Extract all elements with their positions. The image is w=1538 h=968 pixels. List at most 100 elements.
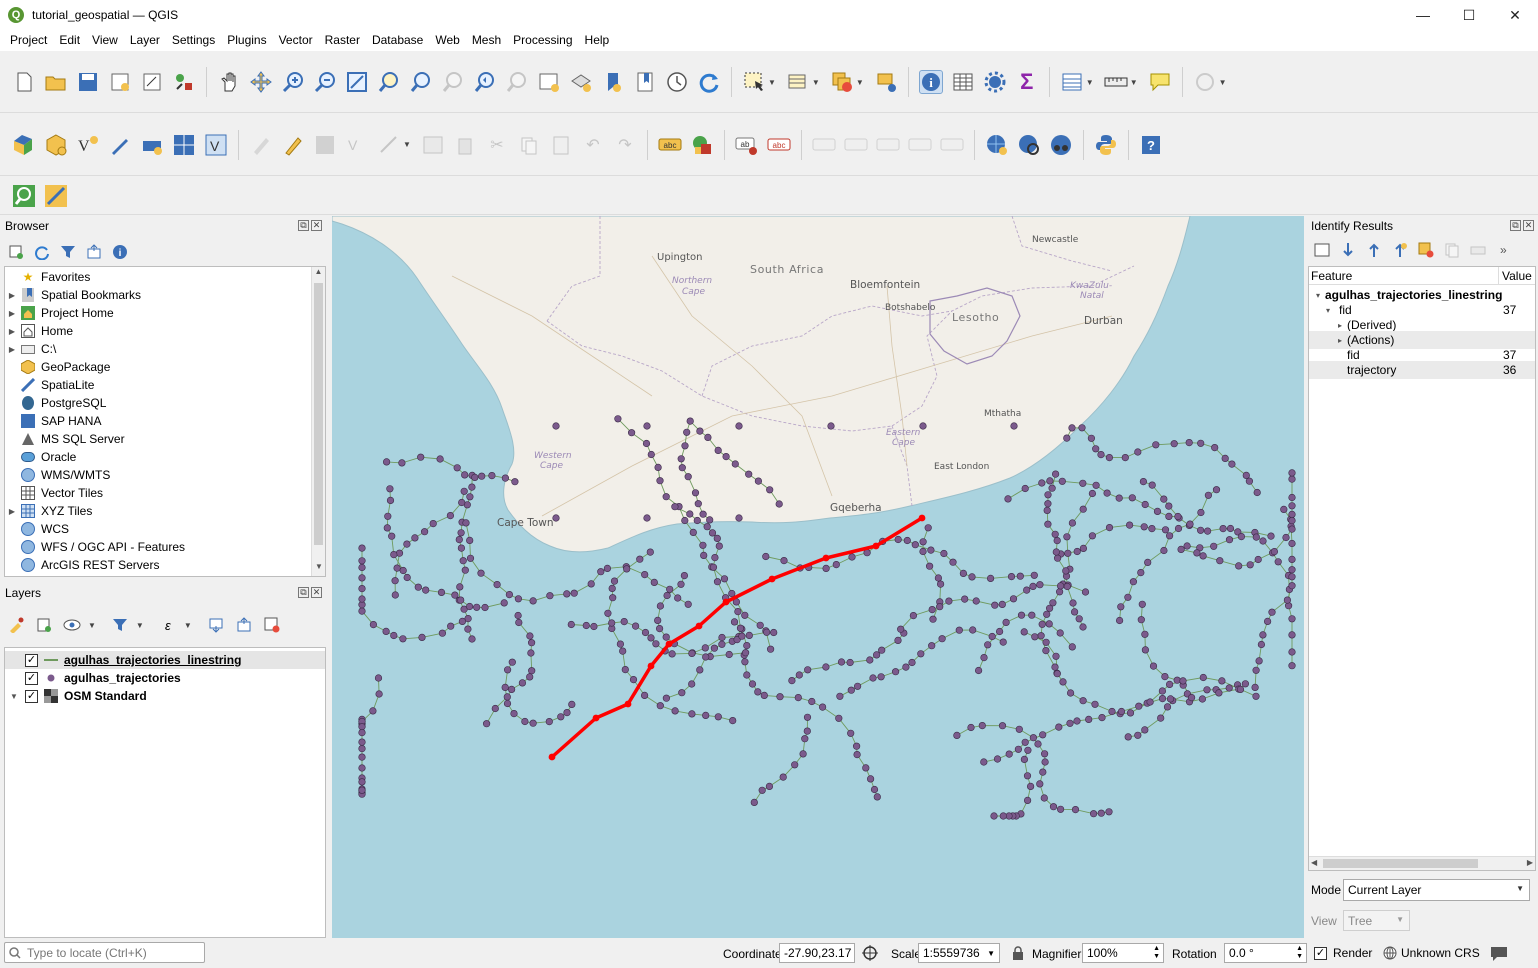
undo-icon[interactable]: ↶: [581, 133, 605, 157]
menu-mesh[interactable]: Mesh: [466, 30, 507, 51]
new-project-icon[interactable]: [12, 70, 36, 94]
refresh-icon[interactable]: [697, 70, 721, 94]
render-checkbox[interactable]: ✓ Render: [1314, 946, 1372, 960]
expand-new-results-icon[interactable]: [1390, 240, 1410, 260]
zoom-to-selection-icon[interactable]: [377, 70, 401, 94]
new-print-layout-icon[interactable]: [108, 70, 132, 94]
browser-item-spatialite[interactable]: SpatiaLite: [7, 376, 94, 394]
save-project-icon[interactable]: [76, 70, 100, 94]
plugin-tool-icon[interactable]: [44, 184, 68, 208]
identify-results-icon[interactable]: [1312, 240, 1332, 260]
manage-visibility-icon[interactable]: [62, 615, 82, 635]
layer-row-points[interactable]: ✓ agulhas_trajectories: [5, 669, 181, 687]
filter-browser-icon[interactable]: [58, 242, 78, 262]
open-project-icon[interactable]: [44, 70, 68, 94]
collapse-all-icon[interactable]: [234, 615, 254, 635]
menu-project[interactable]: Project: [4, 30, 53, 51]
menu-database[interactable]: Database: [366, 30, 429, 51]
help-icon[interactable]: ?: [1139, 133, 1163, 157]
new-map-view-icon[interactable]: [537, 70, 561, 94]
data-source-manager-icon[interactable]: [12, 133, 36, 157]
map-tips-icon[interactable]: [1148, 70, 1172, 94]
menu-settings[interactable]: Settings: [166, 30, 221, 51]
browser-item-vector-tiles[interactable]: Vector Tiles: [7, 484, 103, 502]
python-console-icon[interactable]: [1094, 133, 1118, 157]
zoom-out-icon[interactable]: [313, 70, 337, 94]
layer-visibility-checkbox[interactable]: ✓: [25, 671, 38, 685]
new-3d-view-icon[interactable]: [569, 70, 593, 94]
chevron-down-icon[interactable]: ▼: [812, 78, 820, 87]
filter-by-expression-icon[interactable]: ε: [158, 615, 178, 635]
chevron-down-icon[interactable]: ▼: [88, 621, 96, 630]
collapse-all-icon[interactable]: [84, 242, 104, 262]
menu-layer[interactable]: Layer: [124, 30, 166, 51]
add-selected-layers-icon[interactable]: [6, 242, 26, 262]
chevron-right-icon[interactable]: ▶: [7, 345, 17, 354]
scrollbar-thumb[interactable]: [314, 283, 323, 545]
browser-item-mssql[interactable]: MS SQL Server: [7, 430, 125, 448]
locator-search-icon[interactable]: [1193, 70, 1217, 94]
pan-map-icon[interactable]: [217, 70, 241, 94]
deselect-all-icon[interactable]: [830, 70, 854, 94]
pin-unpin-labels-icon[interactable]: abc: [767, 133, 791, 157]
chevron-down-icon[interactable]: ▼: [768, 78, 776, 87]
browser-item-wms[interactable]: WMS/WMTS: [7, 466, 110, 484]
new-spatialite-icon[interactable]: [108, 133, 132, 157]
expand-all-icon[interactable]: [206, 615, 226, 635]
menu-raster[interactable]: Raster: [319, 30, 366, 51]
layer-row-linestring[interactable]: ✓ agulhas_trajectories_linestring: [5, 651, 325, 669]
chevron-right-icon[interactable]: ▸: [1335, 321, 1345, 330]
more-tools-icon[interactable]: »: [1500, 243, 1507, 257]
chevron-down-icon[interactable]: ▼: [1130, 78, 1138, 87]
magnifier-spinbox[interactable]: 100% ▲ ▼: [1082, 943, 1164, 963]
close-panel-icon[interactable]: ✕: [311, 587, 322, 598]
pan-to-selection-icon[interactable]: [249, 70, 273, 94]
add-wms-layer-icon[interactable]: [985, 133, 1009, 157]
rotate-label-icon[interactable]: [876, 133, 900, 157]
save-edits-icon[interactable]: [313, 133, 337, 157]
value-column-header[interactable]: Value: [1502, 269, 1532, 283]
menu-vector[interactable]: Vector: [273, 30, 319, 51]
clear-results-icon[interactable]: [1416, 240, 1436, 260]
show-bookmarks-icon[interactable]: [633, 70, 657, 94]
scrollbar-thumb[interactable]: [1323, 859, 1478, 868]
layout-manager-icon[interactable]: [140, 70, 164, 94]
chevron-left-icon[interactable]: ◀: [1311, 858, 1317, 867]
identify-row-trajectory[interactable]: trajectory 36: [1309, 361, 1535, 379]
chevron-right-icon[interactable]: ▶: [7, 309, 17, 318]
browser-item-home[interactable]: ▶ Home: [7, 322, 73, 340]
copy-features-icon[interactable]: [517, 133, 541, 157]
zoom-native-icon[interactable]: [441, 70, 465, 94]
label-properties-icon[interactable]: [940, 133, 964, 157]
menu-web[interactable]: Web: [429, 30, 465, 51]
attribute-selection-icon[interactable]: [786, 70, 810, 94]
chevron-down-icon[interactable]: ▼: [9, 692, 19, 701]
crs-button[interactable]: Unknown CRS: [1383, 946, 1480, 960]
collapse-all-icon[interactable]: [1364, 240, 1384, 260]
browser-item-spatial-bookmarks[interactable]: ▶ Spatial Bookmarks: [7, 286, 141, 304]
map-tips-table-icon[interactable]: [1060, 70, 1084, 94]
chevron-up-icon[interactable]: ▲: [312, 267, 325, 281]
chevron-down-icon[interactable]: ▼: [403, 140, 411, 149]
menu-processing[interactable]: Processing: [507, 30, 578, 51]
close-panel-icon[interactable]: ✕: [1523, 220, 1534, 231]
view-select[interactable]: Tree ▼: [1343, 910, 1410, 931]
select-features-icon[interactable]: [742, 70, 766, 94]
zoom-in-icon[interactable]: [281, 70, 305, 94]
browser-item-postgresql[interactable]: PostgreSQL: [7, 394, 106, 412]
browser-scrollbar[interactable]: ▲ ▼: [311, 267, 325, 576]
chevron-down-icon[interactable]: ▼: [1086, 78, 1094, 87]
new-geopackage-icon[interactable]: [44, 133, 68, 157]
rotation-spinbox[interactable]: 0.0 ° ▲ ▼: [1224, 943, 1307, 963]
menu-view[interactable]: View: [86, 30, 124, 51]
chevron-down-icon[interactable]: ▾: [1323, 306, 1333, 315]
layer-diagram-icon[interactable]: [690, 133, 714, 157]
open-layer-styling-icon[interactable]: [6, 615, 26, 635]
identify-features-icon[interactable]: i: [918, 70, 943, 94]
print-response-icon[interactable]: [1468, 240, 1488, 260]
menu-plugins[interactable]: Plugins: [221, 30, 272, 51]
map-svg[interactable]: Upington South Africa Bloemfontein Botsh…: [332, 216, 1304, 938]
menu-edit[interactable]: Edit: [53, 30, 86, 51]
zoom-full-icon[interactable]: [345, 70, 369, 94]
temporal-controller-icon[interactable]: [665, 70, 689, 94]
